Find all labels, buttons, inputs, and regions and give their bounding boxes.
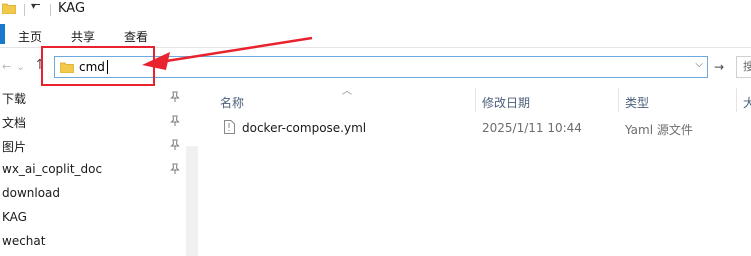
nav-item-label: wx_ai_coplit_doc [2, 162, 103, 176]
file-icon [224, 120, 235, 134]
sort-ascending-icon: ︿ [342, 86, 352, 97]
window-title: KAG [58, 1, 86, 16]
nav-item-documents[interactable]: 文档 [0, 110, 186, 134]
column-divider[interactable] [475, 88, 476, 112]
title-bar: ▾ KAG [0, 0, 751, 22]
nav-item-label: 文档 [2, 116, 27, 130]
title-separator [24, 4, 25, 16]
nav-item-label: wechat [2, 234, 46, 248]
pin-icon[interactable] [170, 163, 180, 175]
file-list: ︿ 名称 修改日期 类型 大 docker-compose.yml 2025/1… [200, 86, 751, 256]
address-input[interactable] [79, 58, 679, 76]
go-arrow-icon[interactable]: → [710, 58, 728, 76]
pin-icon[interactable] [170, 91, 180, 103]
column-header-type[interactable]: 类型 [625, 94, 649, 111]
nav-scrollbar[interactable] [186, 146, 198, 256]
search-input[interactable]: 搜 [736, 56, 751, 78]
navigation-pane: 下载 文档 图片 wx_ai_coplit_doc download KAG w… [0, 86, 200, 256]
file-row[interactable]: docker-compose.yml 2025/1/11 10:44 Yaml … [218, 116, 751, 140]
folder-icon [60, 62, 74, 73]
address-bar[interactable]: ⌵ [54, 56, 708, 78]
address-toolbar: ← ⌄ ↑ ⌵ → 搜 [0, 48, 751, 86]
pin-icon[interactable] [170, 115, 180, 127]
nav-item-label: 图片 [2, 140, 27, 154]
nav-item-label: download [2, 186, 61, 200]
file-type: Yaml 源文件 [625, 123, 693, 137]
tab-share[interactable]: 共享 [71, 28, 95, 45]
file-modified: 2025/1/11 10:44 [482, 121, 582, 135]
nav-item-download[interactable]: download [0, 182, 186, 206]
back-icon[interactable]: ← [2, 60, 11, 73]
quick-access-dropdown-icon[interactable]: ▾ [31, 1, 36, 12]
nav-item-kag[interactable]: KAG [0, 206, 186, 230]
tab-home[interactable]: 主页 [18, 28, 42, 45]
tab-view[interactable]: 查看 [124, 28, 148, 45]
file-tab[interactable] [0, 24, 5, 44]
ribbon-tabs: 主页 共享 查看 [0, 22, 751, 48]
title-separator [50, 4, 51, 16]
column-header-name[interactable]: 名称 [220, 94, 244, 111]
nav-item-label: 下载 [2, 92, 27, 106]
column-divider[interactable] [736, 88, 737, 112]
nav-item-pictures[interactable]: 图片 [0, 134, 186, 158]
column-header-modified[interactable]: 修改日期 [482, 94, 530, 111]
nav-item-wx-ai-coplit-doc[interactable]: wx_ai_coplit_doc [0, 158, 186, 182]
file-name: docker-compose.yml [242, 121, 367, 135]
nav-item-downloads[interactable]: 下载 [0, 86, 186, 110]
text-caret [107, 60, 108, 74]
folder-icon [2, 3, 16, 14]
column-header-size[interactable]: 大 [743, 94, 751, 111]
chevron-down-icon[interactable]: ⌵ [695, 59, 703, 70]
pin-icon[interactable] [170, 139, 180, 151]
forward-icon[interactable]: ⌄ [16, 60, 25, 73]
quick-access-line [32, 4, 40, 5]
column-divider[interactable] [618, 88, 619, 112]
nav-item-wechat[interactable]: wechat [0, 230, 186, 254]
up-arrow-icon[interactable]: ↑ [34, 57, 46, 73]
nav-item-label: KAG [2, 210, 27, 224]
